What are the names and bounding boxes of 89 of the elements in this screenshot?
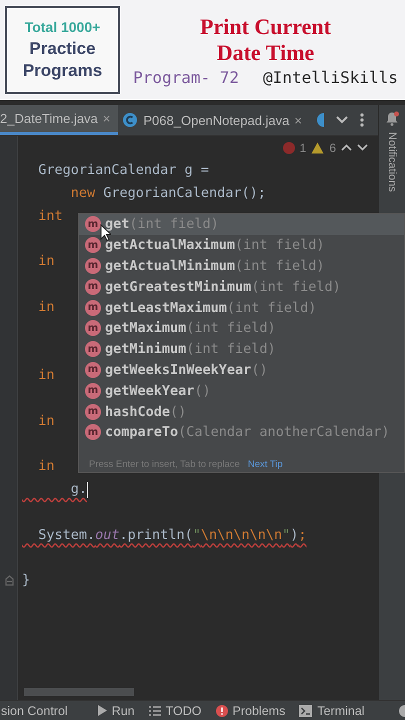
- video-title: Print Current: [200, 14, 331, 40]
- code-line: GregorianCalendar g =: [37, 161, 209, 180]
- method-name: getActualMaximum: [105, 237, 236, 254]
- method-icon: m: [85, 341, 101, 358]
- run-icon: [98, 705, 107, 716]
- completion-item[interactable]: m getLeastMaximum(int field): [79, 297, 404, 318]
- warning-icon: [311, 142, 324, 154]
- completion-item[interactable]: m getActualMinimum(int field): [79, 256, 404, 276]
- code-line: in: [37, 412, 55, 431]
- warning-count: 6: [329, 140, 336, 154]
- method-params: (int field): [186, 341, 276, 358]
- code-line: int: [37, 206, 63, 226]
- method-icon: m: [85, 278, 101, 295]
- error-icon: [216, 704, 228, 716]
- method-params: (int field): [226, 300, 316, 316]
- completion-item[interactable]: m compareTo(Calendar anotherCalendar): [79, 422, 404, 443]
- method-icon: m: [85, 424, 101, 440]
- scrollbar-thumb[interactable]: [24, 688, 134, 696]
- method-name: getActualMinimum: [105, 258, 236, 274]
- method-name: getLeastMaximum: [105, 300, 227, 316]
- method-name: getGreatestMinimum: [105, 278, 252, 295]
- method-name: getWeekYear: [105, 382, 194, 399]
- method-icon: m: [85, 404, 101, 420]
- code-line: }: [21, 571, 30, 590]
- tool-window-button[interactable]: Problems: [216, 704, 286, 718]
- completion-item[interactable]: m getWeeksInWeekYear(): [79, 360, 404, 380]
- tool-window-button[interactable]: TODO: [148, 704, 202, 718]
- method-params: (Calendar anotherCalendar): [178, 424, 390, 440]
- completion-item[interactable]: m getGreatestMinimum(int field): [79, 276, 404, 298]
- method-name: get: [105, 216, 130, 232]
- terminal-icon: [299, 704, 312, 716]
- code-line: in: [37, 457, 55, 476]
- logo-text: Practice: [29, 38, 96, 60]
- class-icon: [314, 112, 324, 128]
- tab-close[interactable]: ×: [294, 112, 302, 128]
- method-icon: m: [85, 382, 101, 399]
- notifications-tab[interactable]: Notifications: [386, 132, 398, 192]
- method-name: getMinimum: [105, 341, 186, 358]
- code-line: in: [37, 366, 55, 386]
- tool-window-button[interactable]: sion Control: [1, 704, 68, 718]
- method-params: (): [251, 362, 268, 378]
- code-line: System.out.println("\n\n\n\n\n");: [37, 526, 307, 545]
- method-name: hashCode: [105, 404, 170, 420]
- chevron-up-icon[interactable]: [341, 144, 352, 151]
- next-tip-link[interactable]: Next Tip: [248, 458, 283, 470]
- code-line: in: [37, 298, 55, 317]
- bell-icon[interactable]: [385, 111, 399, 126]
- method-name: getWeeksInWeekYear: [105, 362, 252, 378]
- editor-tab[interactable]: 2_DateTime.java ×: [0, 105, 118, 135]
- completion-item[interactable]: m getMinimum(int field): [79, 338, 404, 360]
- method-icon: m: [85, 362, 101, 378]
- method-params: (int field): [235, 237, 324, 254]
- tab-close[interactable]: ×: [102, 111, 110, 126]
- editor-tab[interactable]: P068_OpenNotepad.java ×: [118, 105, 310, 135]
- completion-item[interactable]: m getWeekYear(): [79, 380, 404, 402]
- code-line: g.: [70, 480, 88, 500]
- completion-item[interactable]: m getActualMaximum(int field): [79, 234, 404, 256]
- error-count: 1: [300, 140, 306, 154]
- method-params: (int field): [186, 320, 276, 336]
- method-icon: m: [85, 300, 101, 316]
- class-icon: [122, 112, 138, 128]
- chevron-down-icon[interactable]: [357, 144, 368, 151]
- method-params: (): [194, 382, 211, 399]
- method-params: (): [170, 404, 186, 420]
- method-icon: m: [85, 216, 101, 232]
- method-icon: m: [85, 237, 101, 254]
- logo-text: Total 1000+: [24, 18, 100, 34]
- code-line: in: [37, 252, 55, 272]
- list-icon: [148, 706, 161, 716]
- more-icon[interactable]: [360, 113, 364, 127]
- logo-text: Programs: [22, 60, 102, 82]
- method-params: (int field): [235, 258, 324, 274]
- video-title: Date Time: [216, 40, 314, 66]
- method-icon: m: [85, 320, 101, 336]
- channel-handle: @IntelliSkills: [263, 68, 398, 86]
- tab-label: 2_DateTime.java: [0, 111, 98, 126]
- chevron-down-icon[interactable]: [336, 116, 348, 124]
- method-name: compareTo: [105, 424, 178, 440]
- error-icon: [282, 142, 295, 154]
- method-params: (int field): [251, 278, 341, 295]
- completion-item[interactable]: m hashCode(): [79, 401, 404, 422]
- code-line: new GregorianCalendar();: [70, 184, 266, 203]
- program-number: Program- 72: [133, 68, 240, 86]
- method-icon: m: [85, 258, 101, 274]
- tab-label: P068_OpenNotepad.java: [143, 112, 290, 128]
- method-name: getMaximum: [105, 320, 186, 336]
- completion-item[interactable]: m getMaximum(int field): [79, 318, 404, 339]
- tool-window-button[interactable]: Terminal: [299, 704, 365, 718]
- tool-window-button[interactable]: Run: [98, 704, 135, 718]
